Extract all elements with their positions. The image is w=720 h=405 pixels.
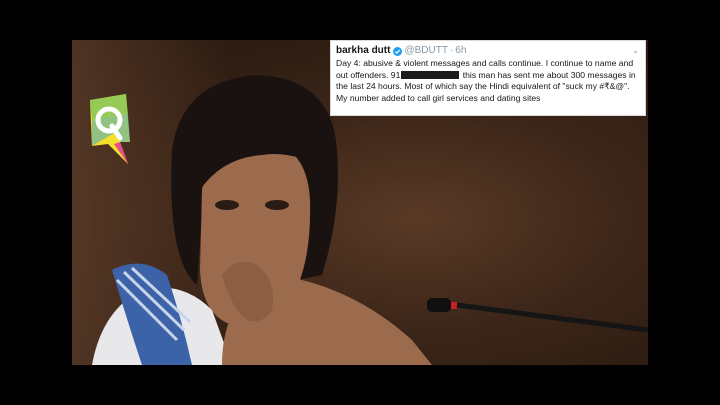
tweet-separator: · [449,45,454,56]
quint-q-logo-icon [90,94,130,164]
redacted-phone-number [401,70,460,79]
tweet-header: barkha dutt @BDUTT · 6h ⌄ [336,45,639,57]
verified-badge-icon [393,46,403,56]
tweet-card: barkha dutt @BDUTT · 6h ⌄ Day 4: abusive… [330,40,646,116]
tweet-author-name[interactable]: barkha dutt [336,45,390,57]
tweet-text: Day 4: abusive & violent messages and ca… [336,58,639,104]
tweet-author-handle[interactable]: @BDUTT [404,45,447,57]
chevron-down-icon[interactable]: ⌄ [632,45,639,57]
tweet-timestamp[interactable]: 6h [455,45,466,57]
microphone-icon [427,298,451,312]
